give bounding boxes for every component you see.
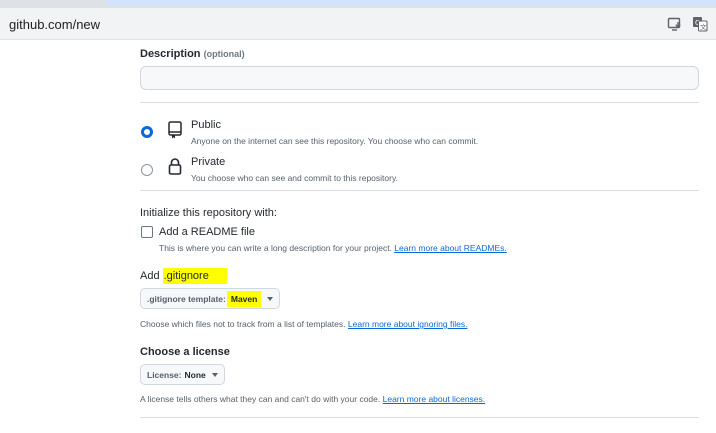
- readme-learn-more-link[interactable]: Learn more about READMEs.: [394, 243, 506, 253]
- svg-text:文: 文: [700, 22, 707, 31]
- readme-label[interactable]: Add a README file: [159, 226, 255, 238]
- private-radio[interactable]: [141, 164, 153, 176]
- gitignore-heading-prefix: Add: [140, 270, 160, 282]
- gitignore-select-label: .gitignore template:: [147, 293, 226, 304]
- public-radio[interactable]: [141, 126, 153, 138]
- address-bar[interactable]: github.com/new G 文: [0, 8, 716, 40]
- initialize-heading: Initialize this repository with:: [140, 207, 277, 219]
- divider: [140, 190, 699, 191]
- readme-checkbox[interactable]: [141, 226, 153, 238]
- optional-tag: (optional): [203, 49, 245, 59]
- install-app-icon[interactable]: [667, 16, 683, 32]
- gitignore-heading-highlight: .gitignore: [162, 268, 227, 284]
- browser-tab-strip: [0, 0, 716, 8]
- repo-icon: [168, 121, 182, 139]
- gitignore-desc-text: Choose which files not to track from a l…: [140, 319, 346, 329]
- private-title[interactable]: Private: [191, 156, 225, 168]
- gitignore-learn-more-link[interactable]: Learn more about ignoring files.: [348, 319, 468, 329]
- divider: [140, 417, 699, 418]
- readme-desc-text: This is where you can write a long descr…: [159, 243, 392, 253]
- readme-desc: This is where you can write a long descr…: [159, 243, 507, 253]
- gitignore-select-value: Maven: [226, 290, 262, 307]
- description-input[interactable]: [140, 66, 699, 90]
- license-select-value: None: [184, 369, 206, 380]
- private-desc: You choose who can see and commit to thi…: [191, 173, 398, 183]
- license-learn-more-link[interactable]: Learn more about licenses.: [383, 394, 486, 404]
- chevron-down-icon: [267, 296, 274, 301]
- url-text[interactable]: github.com/new: [9, 17, 100, 32]
- chevron-down-icon: [211, 372, 218, 377]
- public-title[interactable]: Public: [191, 119, 221, 131]
- gitignore-desc: Choose which files not to track from a l…: [140, 319, 467, 329]
- divider: [140, 102, 699, 103]
- gitignore-template-select[interactable]: .gitignore template: Maven: [140, 288, 281, 309]
- translate-icon[interactable]: G 文: [692, 16, 708, 32]
- active-tab-edge: [105, 0, 716, 6]
- license-desc-text: A license tells others what they can and…: [140, 394, 381, 404]
- license-select[interactable]: License: None: [140, 364, 225, 385]
- lock-icon: [168, 158, 182, 175]
- license-heading: Choose a license: [140, 346, 230, 358]
- license-select-label: License:: [147, 369, 182, 380]
- license-desc: A license tells others what they can and…: [140, 394, 485, 404]
- description-label: Description (optional): [140, 48, 245, 60]
- gitignore-heading: Add .gitignore: [140, 268, 227, 284]
- public-desc: Anyone on the internet can see this repo…: [191, 136, 479, 146]
- description-label-text: Description: [140, 48, 201, 60]
